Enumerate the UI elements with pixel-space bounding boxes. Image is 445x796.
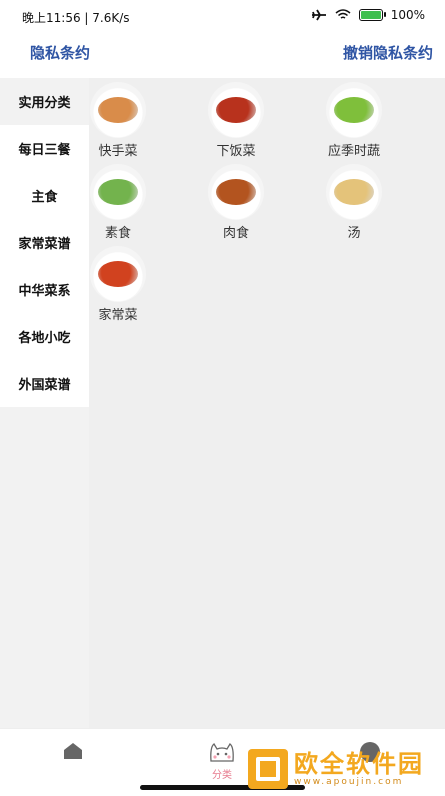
sidebar-item-practical[interactable]: 实用分类 <box>0 78 89 125</box>
sidebar-item-label: 各地小吃 <box>18 331 71 346</box>
cat-face-icon <box>210 743 234 762</box>
sidebar-item-foreign-recipes[interactable]: 外国菜谱 <box>0 360 89 407</box>
grid-item-vegetarian[interactable]: 素食 <box>89 164 207 242</box>
watermark-logo-icon <box>248 749 288 789</box>
status-time-speed: 晚上11:56 | 7.6K/s <box>22 11 130 25</box>
home-icon <box>64 743 82 759</box>
grid-item-label: 快手菜 <box>98 144 138 159</box>
grid-item-quick-dishes[interactable]: 快手菜 <box>89 82 207 160</box>
sidebar-item-label: 中华菜系 <box>18 284 71 299</box>
grid-item-seasonal-veg[interactable]: 应季时蔬 <box>325 82 443 160</box>
grid-item-meat[interactable]: 肉食 <box>207 164 325 242</box>
tab-category-label: 分类 <box>212 770 232 781</box>
sidebar-item-label: 主食 <box>31 190 58 205</box>
grid-item-label: 肉食 <box>222 226 249 241</box>
dish-image <box>98 97 138 123</box>
status-bar: 晚上11:56 | 7.6K/s 100% <box>0 0 445 32</box>
watermark-url: www.apoujin.com <box>294 777 404 787</box>
grid-item-label: 汤 <box>347 226 361 241</box>
tab-home[interactable] <box>43 741 103 791</box>
grid-item-label: 素食 <box>104 226 131 241</box>
status-icons: 100% <box>311 8 425 22</box>
sidebar-item-daily-meals[interactable]: 每日三餐 <box>0 125 89 172</box>
dish-thumbnail <box>90 164 146 220</box>
grid-item-soup[interactable]: 汤 <box>325 164 443 242</box>
dish-thumbnail <box>208 82 264 138</box>
sidebar-item-label: 家常菜谱 <box>18 237 71 252</box>
category-sidebar: 实用分类 每日三餐 主食 家常菜谱 中华菜系 各地小吃 外国菜谱 <box>0 78 89 728</box>
dish-thumbnail <box>326 82 382 138</box>
revoke-privacy-link[interactable]: 撤销隐私条约 <box>343 42 433 63</box>
dish-thumbnail <box>208 164 264 220</box>
grid-item-label: 应季时蔬 <box>327 144 380 159</box>
dish-thumbnail <box>326 164 382 220</box>
grid-item-home-dishes[interactable]: 家常菜 <box>89 246 207 324</box>
battery-icon <box>358 9 386 21</box>
watermark-title: 欧全软件园 <box>294 750 424 778</box>
top-nav: 隐私条约 撤销隐私条约 <box>0 32 445 78</box>
grid-item-rice-dishes[interactable]: 下饭菜 <box>207 82 325 160</box>
sidebar-item-home-recipes[interactable]: 家常菜谱 <box>0 219 89 266</box>
battery-level: 100% <box>390 8 425 22</box>
watermark: 欧全软件园 www.apoujin.com <box>248 745 443 793</box>
grid-item-label: 下饭菜 <box>216 144 256 159</box>
dish-image <box>334 97 374 123</box>
privacy-policy-link[interactable]: 隐私条约 <box>30 42 90 63</box>
dish-thumbnail <box>90 82 146 138</box>
tab-category[interactable]: 分类 <box>192 741 252 791</box>
sidebar-item-label: 实用分类 <box>18 96 71 111</box>
sidebar-item-staple[interactable]: 主食 <box>0 172 89 219</box>
dish-image <box>216 97 256 123</box>
dish-image <box>334 179 374 205</box>
category-content: 快手菜 下饭菜 应季时蔬 素食 肉食 汤 家常菜 <box>89 78 445 728</box>
dish-thumbnail <box>90 246 146 302</box>
grid-item-label: 家常菜 <box>98 308 138 323</box>
sidebar-item-chinese-cuisine[interactable]: 中华菜系 <box>0 266 89 313</box>
dish-image <box>98 261 138 287</box>
category-grid: 快手菜 下饭菜 应季时蔬 素食 肉食 汤 家常菜 <box>89 82 445 324</box>
sidebar-item-local-snacks[interactable]: 各地小吃 <box>0 313 89 360</box>
sidebar-item-label: 外国菜谱 <box>18 378 71 393</box>
dish-image <box>98 179 138 205</box>
dish-image <box>216 179 256 205</box>
wifi-icon <box>335 9 351 19</box>
sidebar-item-label: 每日三餐 <box>18 143 71 158</box>
airplane-icon <box>311 9 326 21</box>
